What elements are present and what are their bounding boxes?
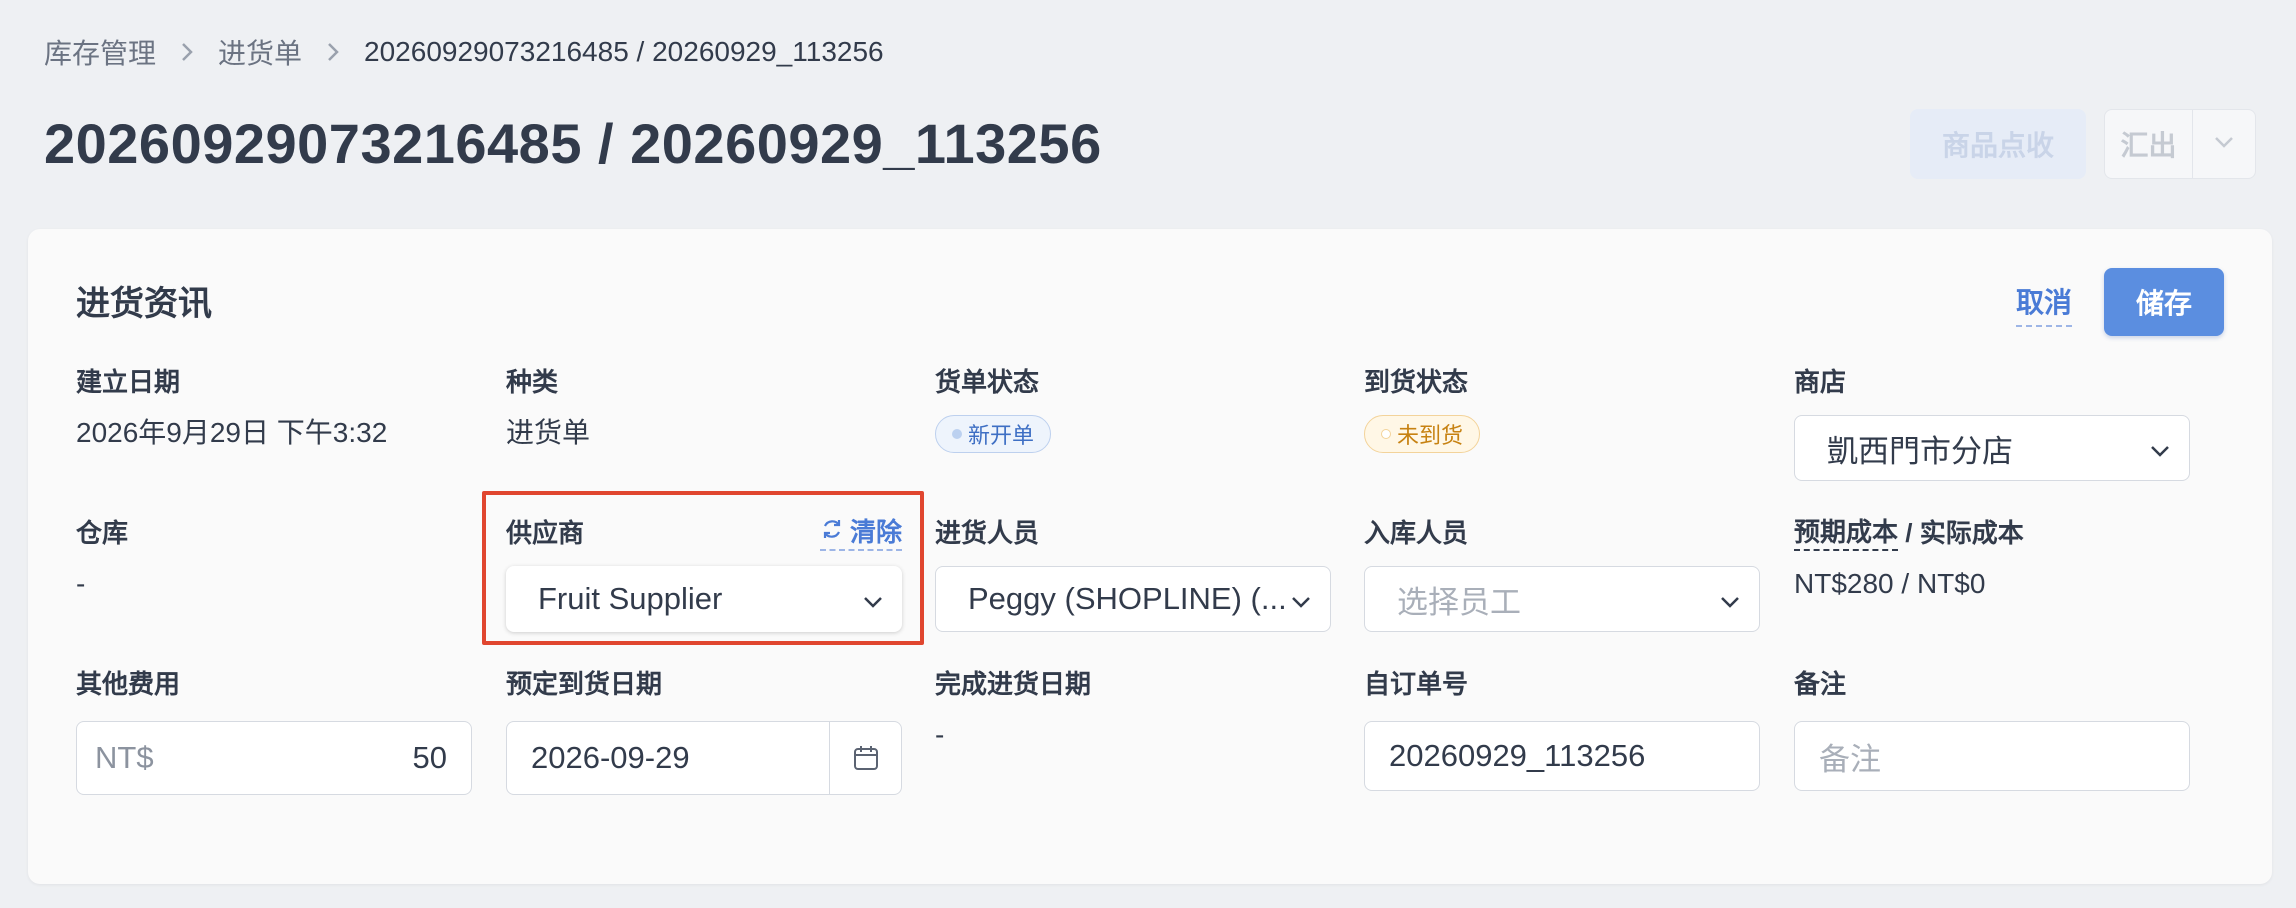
export-button[interactable]: 汇出 xyxy=(2105,110,2193,178)
breadcrumb-current: 20260929073216485 / 20260929_113256 xyxy=(364,36,884,67)
type-label: 种类 xyxy=(506,367,559,397)
other-fees-input[interactable]: NT$ 50 xyxy=(76,721,472,795)
other-fees-field: 其他费用 NT$ 50 xyxy=(76,667,472,795)
chevron-down-icon xyxy=(1290,581,1312,617)
purchase-info-card: 进货资讯 取消 储存 建立日期 2026年9月29日 下午3:32 种类 进货单… xyxy=(28,229,2272,884)
warehouse-field: 仓库 - xyxy=(76,516,476,604)
purchaser-select[interactable]: Peggy (SHOPLINE) (... xyxy=(935,566,1331,632)
warehouse-value: - xyxy=(76,568,86,599)
expected-date-label: 预定到货日期 xyxy=(506,669,663,699)
actual-cost-label: 实际成本 xyxy=(1919,518,2024,548)
store-select[interactable]: 凱西門市分店 xyxy=(1794,415,2190,481)
chevron-down-icon xyxy=(2149,430,2171,466)
notes-label: 备注 xyxy=(1794,669,1847,699)
purchaser-field: 进货人员 Peggy (SHOPLINE) (... xyxy=(935,516,1331,632)
notes-field: 备注 备注 xyxy=(1794,667,2190,791)
order-status-field: 货单状态 新开单 xyxy=(935,365,1335,453)
type-field: 种类 进货单 xyxy=(506,365,906,453)
top-actions: 商品点收 汇出 xyxy=(1910,109,2256,179)
cancel-button[interactable]: 取消 xyxy=(2016,277,2073,327)
save-button[interactable]: 储存 xyxy=(2104,268,2224,336)
status-dot-icon xyxy=(952,429,962,439)
page-title: 20260929073216485 / 20260929_113256 xyxy=(44,112,1102,175)
supplier-highlight-box xyxy=(482,491,924,645)
arrival-status-field: 到货状态 未到货 xyxy=(1364,365,1764,453)
custom-order-no-field: 自订单号 20260929_113256 xyxy=(1364,667,1760,791)
arrival-status-value: 未到货 xyxy=(1397,423,1464,448)
purchaser-value: Peggy (SHOPLINE) (... xyxy=(968,581,1287,616)
currency-prefix: NT$ xyxy=(95,740,154,775)
order-status-badge: 新开单 xyxy=(935,415,1052,453)
stock-in-staff-select[interactable]: 选择员工 xyxy=(1364,566,1760,632)
completed-date-value: - xyxy=(935,719,945,750)
breadcrumb-purchase-orders[interactable]: 进货单 xyxy=(218,32,302,72)
breadcrumb: 库存管理 进货单 20260929073216485 / 20260929_11… xyxy=(44,30,884,74)
type-value: 进货单 xyxy=(506,417,591,448)
created-date-label: 建立日期 xyxy=(76,367,181,397)
store-label: 商店 xyxy=(1794,367,1847,397)
custom-order-no-input[interactable]: 20260929_113256 xyxy=(1364,721,1760,791)
purchaser-label: 进货人员 xyxy=(935,518,1040,548)
calendar-icon[interactable] xyxy=(829,722,901,794)
order-status-label: 货单状态 xyxy=(935,367,1040,397)
order-status-value: 新开单 xyxy=(968,423,1035,448)
other-fees-label: 其他费用 xyxy=(76,669,181,699)
cost-field: 预期成本 / 实际成本 NT$280 / NT$0 xyxy=(1794,516,2194,604)
breadcrumb-inventory[interactable]: 库存管理 xyxy=(44,32,156,72)
custom-order-no-label: 自订单号 xyxy=(1364,669,1469,699)
cost-value: NT$280 / NT$0 xyxy=(1794,568,1986,599)
expected-date-input[interactable]: 2026-09-29 xyxy=(506,721,902,795)
completed-date-field: 完成进货日期 - xyxy=(935,667,1335,755)
expected-cost-label[interactable]: 预期成本 xyxy=(1794,515,1899,551)
store-field: 商店 凱西門市分店 xyxy=(1794,365,2190,481)
chevron-down-icon xyxy=(1719,581,1741,617)
notes-placeholder: 备注 xyxy=(1819,741,1881,777)
receive-goods-button[interactable]: 商品点收 xyxy=(1910,109,2086,179)
stock-in-staff-placeholder: 选择员工 xyxy=(1397,584,1521,620)
cost-label-separator: / xyxy=(1898,518,1920,548)
status-dot-icon xyxy=(1381,429,1391,439)
notes-input[interactable]: 备注 xyxy=(1794,721,2190,791)
export-button-group: 汇出 xyxy=(2104,109,2256,179)
custom-order-no-value: 20260929_113256 xyxy=(1389,738,1646,773)
completed-date-label: 完成进货日期 xyxy=(935,669,1092,699)
cost-label: 预期成本 / 实际成本 xyxy=(1794,515,2194,551)
stock-in-staff-field: 入库人员 选择员工 xyxy=(1364,516,1760,632)
stock-in-staff-label: 入库人员 xyxy=(1364,518,1469,548)
store-value: 凱西門市分店 xyxy=(1827,433,2013,469)
expected-date-field: 预定到货日期 2026-09-29 xyxy=(506,667,902,795)
arrival-status-label: 到货状态 xyxy=(1364,367,1469,397)
expected-date-value: 2026-09-29 xyxy=(531,740,690,775)
card-title: 进货资讯 xyxy=(76,285,212,323)
other-fees-value: 50 xyxy=(412,740,447,775)
chevron-right-icon xyxy=(180,41,194,63)
created-date-field: 建立日期 2026年9月29日 下午3:32 xyxy=(76,365,476,453)
arrival-status-badge: 未到货 xyxy=(1364,415,1481,453)
chevron-down-icon xyxy=(2214,135,2234,153)
created-date-value: 2026年9月29日 下午3:32 xyxy=(76,417,388,448)
chevron-right-icon xyxy=(326,41,340,63)
export-dropdown-toggle[interactable] xyxy=(2193,110,2255,178)
warehouse-label: 仓库 xyxy=(76,518,129,548)
